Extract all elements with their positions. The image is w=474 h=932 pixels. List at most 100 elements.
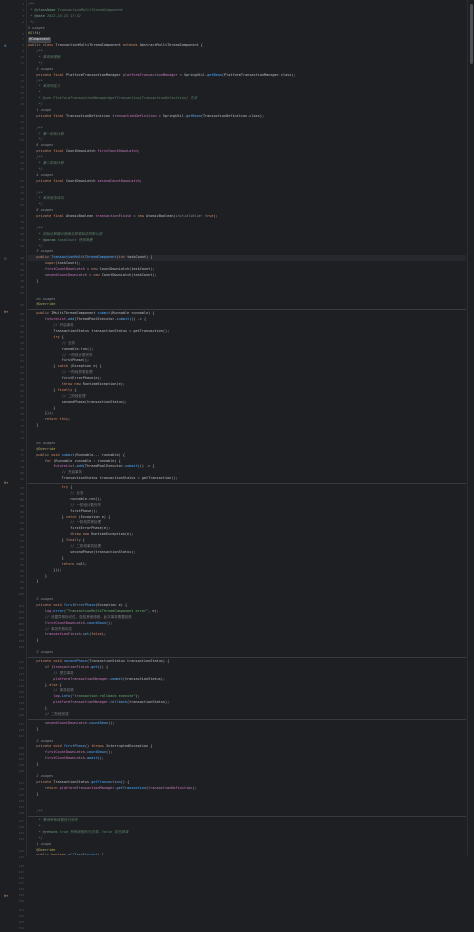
code-token: 2 usages [28,597,54,602]
code-token: firstPhase [63,744,85,749]
code-token: */ [28,166,43,171]
code-token: platformTransactionManager [59,785,115,790]
code-token: // 二阶段事务处理 [28,544,101,549]
code-token: 4 usages [28,66,54,71]
line-number: 129 [18,769,24,774]
code-token: no usages [28,296,56,301]
line-number: 52 [20,302,24,307]
code-token: (Runnable runnable : runnable) { [53,458,121,463]
code-token: new [93,272,102,277]
code-token: TransactionDefinition [65,113,113,118]
code-token: } [28,387,58,392]
code-token: // 事务回滚 [28,688,74,693]
line-number-gutter[interactable]: 1 2 3 4 6 7 8 9 10 11 13 14 15 16 17 18 20 21 22 23 24 26 27 28… [0,0,27,930]
line-number: 143 [18,854,24,859]
code-token: rollback [110,700,128,705]
code-token: firstCountDownLatch [28,620,85,625]
code-token: AtomicBoolean [65,214,96,219]
code-token: */ [28,137,43,142]
code-token: */ [28,60,43,65]
code-token: AbstractMultiThreadComponent { [139,43,203,48]
code-token: true [202,214,214,219]
code-token: 5 usages [28,25,45,30]
code-token: countDown [89,720,109,725]
code-token: { [61,334,64,339]
code-token: platformTransactionManager [28,676,109,681]
method-separator [28,816,466,818]
code-token: private void [28,658,64,663]
scrollbar-thumb[interactable] [470,4,473,64]
code-token: */ [28,102,43,107]
code-token: initialValue: [175,214,203,219]
code-token: * 等待所有线程执行完毕 [28,818,78,823]
code-token: if [28,664,52,669]
code-token: * [28,829,43,834]
code-line[interactable]: // 二阶段完成 [28,712,466,718]
vertical-scrollbar[interactable] [467,0,474,855]
code-token: getBean [207,72,222,77]
code-token: else [49,682,60,687]
code-token: 2 usages [28,773,54,778]
code-line[interactable]: /** [28,809,466,815]
code-token: @className [34,7,56,12]
code-token: * 第一阶段计数 [28,131,64,136]
code-line[interactable]: 2 usages [28,650,466,656]
code-token: * 事务管理器 [28,55,61,60]
code-token: IMultiThreadComponent [51,311,98,316]
code-token: } [28,364,58,369]
code-token: public void [28,452,62,457]
code-token: } [28,573,47,578]
code-token: 2 usages [28,650,54,655]
code-token: (Runnable... runnable) { [74,452,125,457]
method-separator [28,656,466,658]
code-token: (TransactionDefinition.class); [200,113,265,118]
code-token: ); [101,632,106,637]
line-number: 81 [20,477,24,481]
code-token: countDown [87,620,106,625]
code-token: /** [28,225,43,230]
code-token: InterruptedException { [106,744,153,749]
code-token: } [28,638,39,643]
code-line[interactable]: TransactionStatus transactionStatus = ge… [28,476,466,482]
method-separator [28,483,466,485]
line-number: 109 [18,645,24,650]
code-token: @Override [28,847,56,852]
code-token: private final [28,149,66,154]
code-token: runnable.run(); [28,496,102,501]
override-gutter-icon[interactable]: ⊚↑ [4,893,9,899]
code-token: futureList [28,317,66,322]
code-token: (); [105,750,113,755]
code-token: return this [28,417,69,422]
code-token: // 一阶段异常处理 [28,520,101,525]
code-token: private [28,779,54,784]
code-token: @Slf4j [28,31,41,36]
code-editor[interactable]: 1 2 3 4 6 7 8 9 10 11 13 14 15 16 17 18 20 21 22 23 24 26 27 28… [0,0,474,930]
code-token: } [28,278,39,283]
code-token: TransactionStatus [53,779,92,784]
code-token: transactionDefinition [112,113,157,118]
code-token: TransactionMultiThreadComponent [55,7,123,12]
bookmark-gutter-icon[interactable]: ⊡ [4,256,6,262]
code-token: public class [28,43,56,48]
code-token: * 事务是否成功 [28,196,64,201]
code-token: transactionFinish [95,214,132,219]
override-gutter-icon[interactable]: ⊚↑ [4,480,9,486]
code-token: // 开启事务 [28,470,83,475]
code-token: * 第二阶段计数 [28,161,64,166]
code-token: transactionFinish [28,632,81,637]
code-line[interactable]: @Override [28,302,466,308]
implement-gutter-icon[interactable]: ⊙ [4,43,6,49]
code-token: // 事务失败标志 [28,626,73,631]
code-token: private void [28,744,64,749]
line-number: 150 [18,899,24,904]
override-gutter-icon[interactable]: ⊚↑ [4,309,9,315]
code-token: // 一阶段异常处理 [28,370,93,375]
code-area[interactable]: /** * @className TransactionMultiThreadC… [28,2,466,855]
code-token: firstPhase(); [28,358,90,363]
code-token: secondCountDownLatch [28,720,88,725]
code-token: // 业务 [28,491,84,496]
code-token: transactionFinish [53,664,90,669]
code-token: } [28,726,39,731]
code-token: platformTransactionManager [28,700,109,705]
code-token: 2022-10-25 17:32 [44,13,81,18]
